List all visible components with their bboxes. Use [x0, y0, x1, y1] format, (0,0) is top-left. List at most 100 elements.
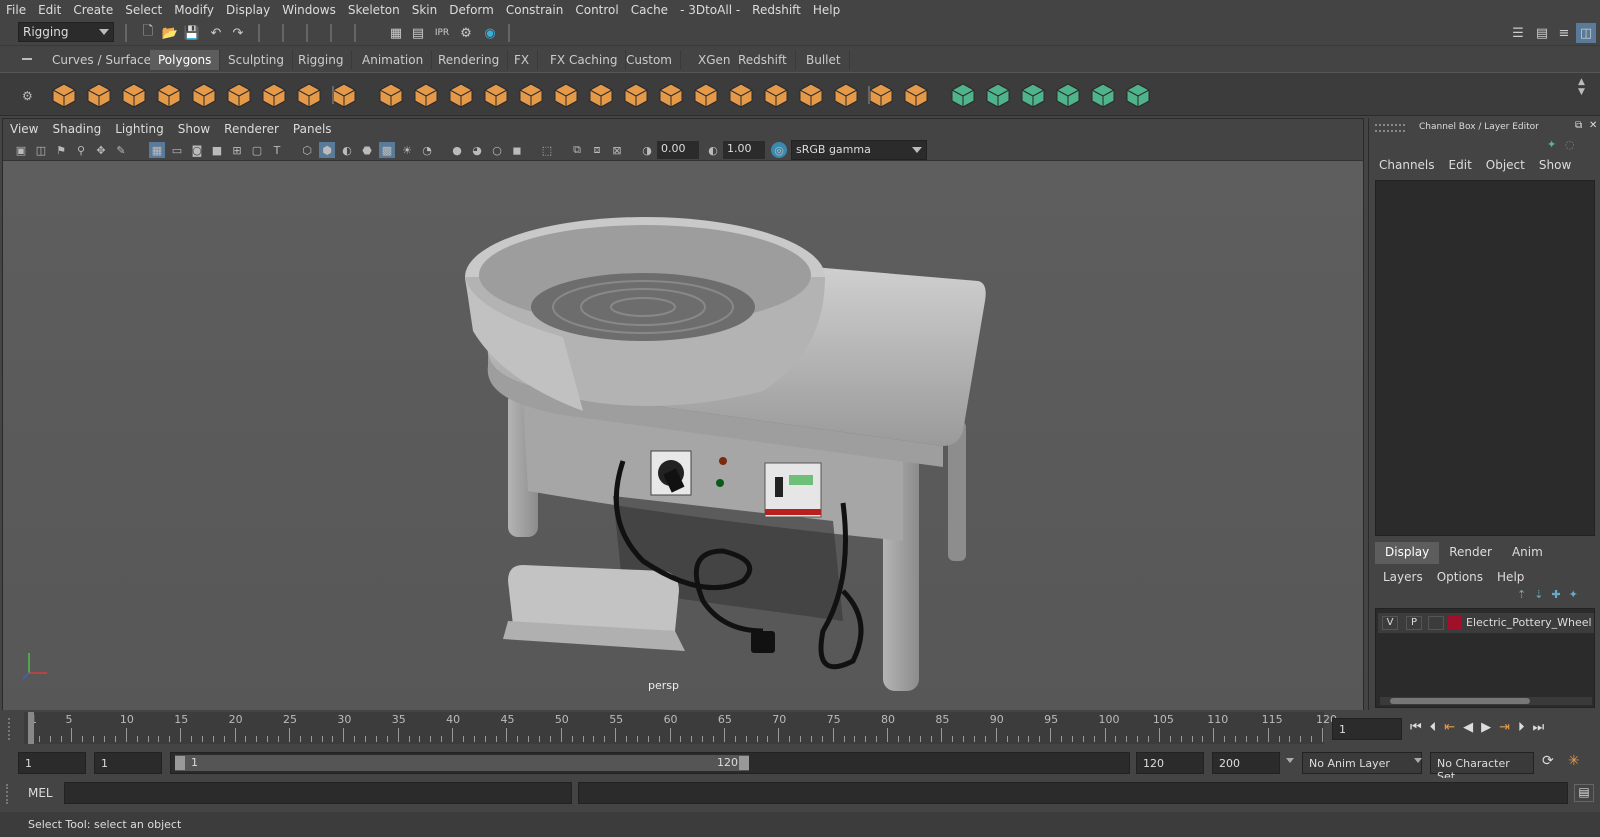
bookmark-icon[interactable]: ⚑ [53, 142, 69, 158]
anti-aliasing-icon[interactable]: ○ [489, 142, 505, 158]
tool-settings-icon[interactable]: ≡ [1554, 23, 1574, 43]
default-lighting-icon[interactable]: ◐ [339, 142, 355, 158]
poly-pyramid-icon[interactable] [260, 81, 288, 109]
channel-menu-channels[interactable]: Channels [1379, 158, 1435, 172]
shelf-tab-redshift[interactable]: Redshift [730, 50, 796, 70]
menu-constrain[interactable]: Constrain [500, 3, 570, 17]
triangulate-icon[interactable] [797, 81, 825, 109]
extrude-icon[interactable] [482, 81, 510, 109]
new-layer-selected-icon[interactable]: ✦ [1569, 588, 1578, 601]
xray-icon[interactable]: ⧉ [569, 142, 585, 158]
render-frame-icon[interactable]: ▤ [408, 23, 428, 43]
menu-control[interactable]: Control [569, 3, 624, 17]
depth-of-field-icon[interactable]: ◼ [509, 142, 525, 158]
poly-cone-icon[interactable] [155, 81, 183, 109]
range-slider[interactable]: 1 120 [170, 752, 1130, 774]
isolate-select-icon[interactable]: ⬚ [539, 142, 555, 158]
menu-skin[interactable]: Skin [406, 3, 444, 17]
layer-color-swatch[interactable] [1448, 616, 1462, 630]
menu-deform[interactable]: Deform [443, 3, 500, 17]
timeline-ticks[interactable]: 1510152025303540455055606570758085909510… [24, 712, 1337, 744]
viewport-menu-shading[interactable]: Shading [45, 122, 108, 136]
gamma-field[interactable]: 1.00 [723, 141, 765, 159]
go-to-start-icon[interactable]: ⏮ [1410, 720, 1422, 735]
gate-mask-icon[interactable]: ■ [209, 142, 225, 158]
move-layer-up-icon[interactable]: ⇡ [1517, 588, 1526, 601]
automatic-uv-icon[interactable] [949, 81, 977, 109]
hypershade-icon[interactable]: ◉ [480, 23, 500, 43]
exposure-field[interactable]: 0.00 [657, 141, 699, 159]
unfold-uv-icon[interactable] [1124, 81, 1152, 109]
separate-icon[interactable] [377, 81, 405, 109]
menu-skeleton[interactable]: Skeleton [342, 3, 406, 17]
start-time-field[interactable]: 1 [18, 752, 86, 774]
gamma-icon[interactable]: ◐ [705, 142, 721, 158]
menu-windows[interactable]: Windows [276, 3, 342, 17]
wireframe-icon[interactable]: ⬡ [299, 142, 315, 158]
shelf-tab-custom[interactable]: Custom [618, 50, 681, 70]
current-time-indicator[interactable] [28, 712, 34, 744]
grid-icon[interactable]: ▦ [149, 142, 165, 158]
layer-tab-display[interactable]: Display [1375, 542, 1440, 564]
channel-menu-object[interactable]: Object [1486, 158, 1525, 172]
script-language-label[interactable]: MEL [28, 786, 53, 800]
menu-file[interactable]: File [0, 3, 32, 17]
shelf-settings-icon[interactable]: ⚙ [22, 89, 33, 103]
layer-tab-render[interactable]: Render [1439, 542, 1502, 564]
append-polygon-icon[interactable] [867, 81, 895, 109]
close-icon[interactable]: ✕ [1589, 120, 1597, 131]
shelf-tab-sculpting[interactable]: Sculpting [220, 50, 294, 70]
end-time-field[interactable]: 200 [1212, 752, 1280, 774]
field-chart-icon[interactable]: ⊞ [229, 142, 245, 158]
ipr-render-icon[interactable]: IPR [432, 23, 452, 43]
new-scene-icon[interactable]: 🗋 [138, 23, 158, 43]
step-back-frame-icon[interactable]: ⏴ [1430, 720, 1437, 735]
poly-pipe-icon[interactable] [295, 81, 323, 109]
new-layer-icon[interactable]: ✚ [1551, 588, 1560, 601]
viewport-menu-lighting[interactable]: Lighting [108, 122, 171, 136]
channel-menu-edit[interactable]: Edit [1449, 158, 1472, 172]
layer-row[interactable]: V P Electric_Pottery_Wheel [1378, 613, 1594, 633]
layer-visibility-toggle[interactable]: V [1382, 616, 1398, 630]
character-set-dropdown[interactable]: No Character Set [1430, 752, 1534, 783]
film-gate-icon[interactable]: ▭ [169, 142, 185, 158]
viewport-menu-view[interactable]: View [3, 122, 45, 136]
command-input[interactable] [64, 782, 572, 804]
channel-pin-icon[interactable]: ◌ [1565, 138, 1575, 151]
move-layer-down-icon[interactable]: ⇣ [1534, 588, 1543, 601]
scrollbar-thumb[interactable] [1390, 698, 1530, 704]
menu-edit[interactable]: Edit [32, 3, 67, 17]
channel-list[interactable] [1375, 180, 1595, 536]
screen-space-ao-icon[interactable]: ● [449, 142, 465, 158]
attribute-editor-icon[interactable]: ▤ [1532, 23, 1552, 43]
target-weld-icon[interactable] [587, 81, 615, 109]
layer-tab-anim[interactable]: Anim [1502, 542, 1553, 564]
menu-modify[interactable]: Modify [168, 3, 220, 17]
menu-select[interactable]: Select [119, 3, 168, 17]
fill-hole-icon[interactable] [692, 81, 720, 109]
shelf-tab-curves-surfaces[interactable]: Curves / Surfaces [44, 50, 167, 70]
go-to-end-icon[interactable]: ⏭ [1533, 720, 1545, 735]
poly-torus-icon[interactable] [225, 81, 253, 109]
menu-3dtoall[interactable]: - 3DtoAll - [674, 3, 746, 17]
menu-help[interactable]: Help [807, 3, 846, 17]
offset-edge-loop-icon[interactable] [657, 81, 685, 109]
planar-uv-icon[interactable] [902, 81, 930, 109]
range-end-handle[interactable] [739, 756, 749, 770]
float-panel-icon[interactable]: ⧉ [1575, 120, 1582, 131]
redo-icon[interactable]: ↷ [228, 23, 248, 43]
script-editor-icon[interactable]: ▤ [1574, 784, 1594, 802]
chevron-down-icon[interactable] [1286, 758, 1294, 763]
playback-end-field[interactable]: 120 [1136, 752, 1204, 774]
menuset-dropdown[interactable]: Rigging [18, 22, 114, 42]
drag-handle[interactable] [6, 784, 14, 804]
modeling-toolkit-icon[interactable]: ☰ [1508, 23, 1528, 43]
textured-icon[interactable]: ▩ [379, 142, 395, 158]
viewport-menu-panels[interactable]: Panels [286, 122, 339, 136]
shelf-menu-icon[interactable] [22, 58, 32, 60]
select-camera-icon[interactable]: ▣ [13, 142, 29, 158]
layout-uv-icon[interactable] [1089, 81, 1117, 109]
chevron-down-icon[interactable] [1414, 758, 1422, 763]
shelf-tab-rigging[interactable]: Rigging [290, 50, 353, 70]
shelf-scroll-icon[interactable]: ▲ ▼ [1578, 77, 1585, 97]
